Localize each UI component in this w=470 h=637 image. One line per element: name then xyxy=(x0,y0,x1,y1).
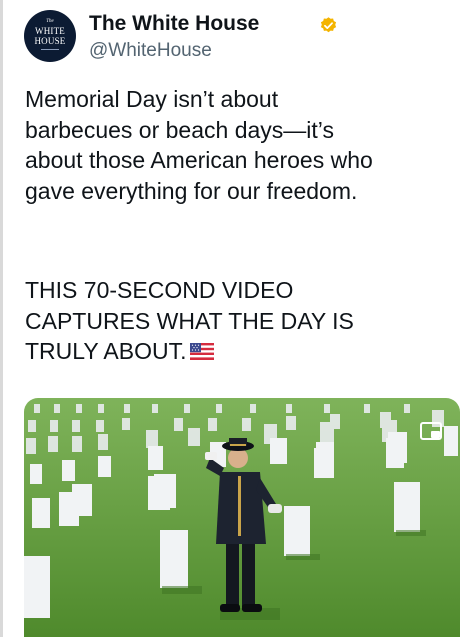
picture-in-picture-icon[interactable] xyxy=(420,422,442,442)
tweet-paragraph-2: THIS 70-SECOND VIDEO CAPTURES WHAT THE D… xyxy=(25,275,465,367)
verified-badge-icon xyxy=(320,17,337,33)
tweet-text-block-2: THIS 70-SECOND VIDEO CAPTURES WHAT THE D… xyxy=(25,275,465,367)
video-thumbnail[interactable] xyxy=(24,398,460,637)
us-flag-emoji-icon xyxy=(190,337,215,360)
left-border xyxy=(0,0,3,637)
user-handle[interactable]: @WhiteHouse xyxy=(89,39,212,63)
tweet-paragraph-2-text: THIS 70-SECOND VIDEO CAPTURES WHAT THE D… xyxy=(25,277,354,364)
tweet-text-block: Memorial Day isn’t about barbecues or be… xyxy=(25,84,465,206)
tweet-paragraph-1: Memorial Day isn’t about barbecues or be… xyxy=(25,86,373,204)
display-name[interactable]: The White House xyxy=(89,11,259,37)
avatar-text-the: The xyxy=(46,19,54,24)
avatar-text-white: WHITE xyxy=(35,26,65,36)
avatar[interactable]: The WHITE HOUSE xyxy=(24,10,76,62)
soldier-saluting-in-cemetery-image xyxy=(24,398,460,637)
tweet-header: The WHITE HOUSE The White House @WhiteHo… xyxy=(24,8,464,64)
avatar-text-house: HOUSE xyxy=(34,36,66,46)
avatar-rule xyxy=(41,49,59,50)
